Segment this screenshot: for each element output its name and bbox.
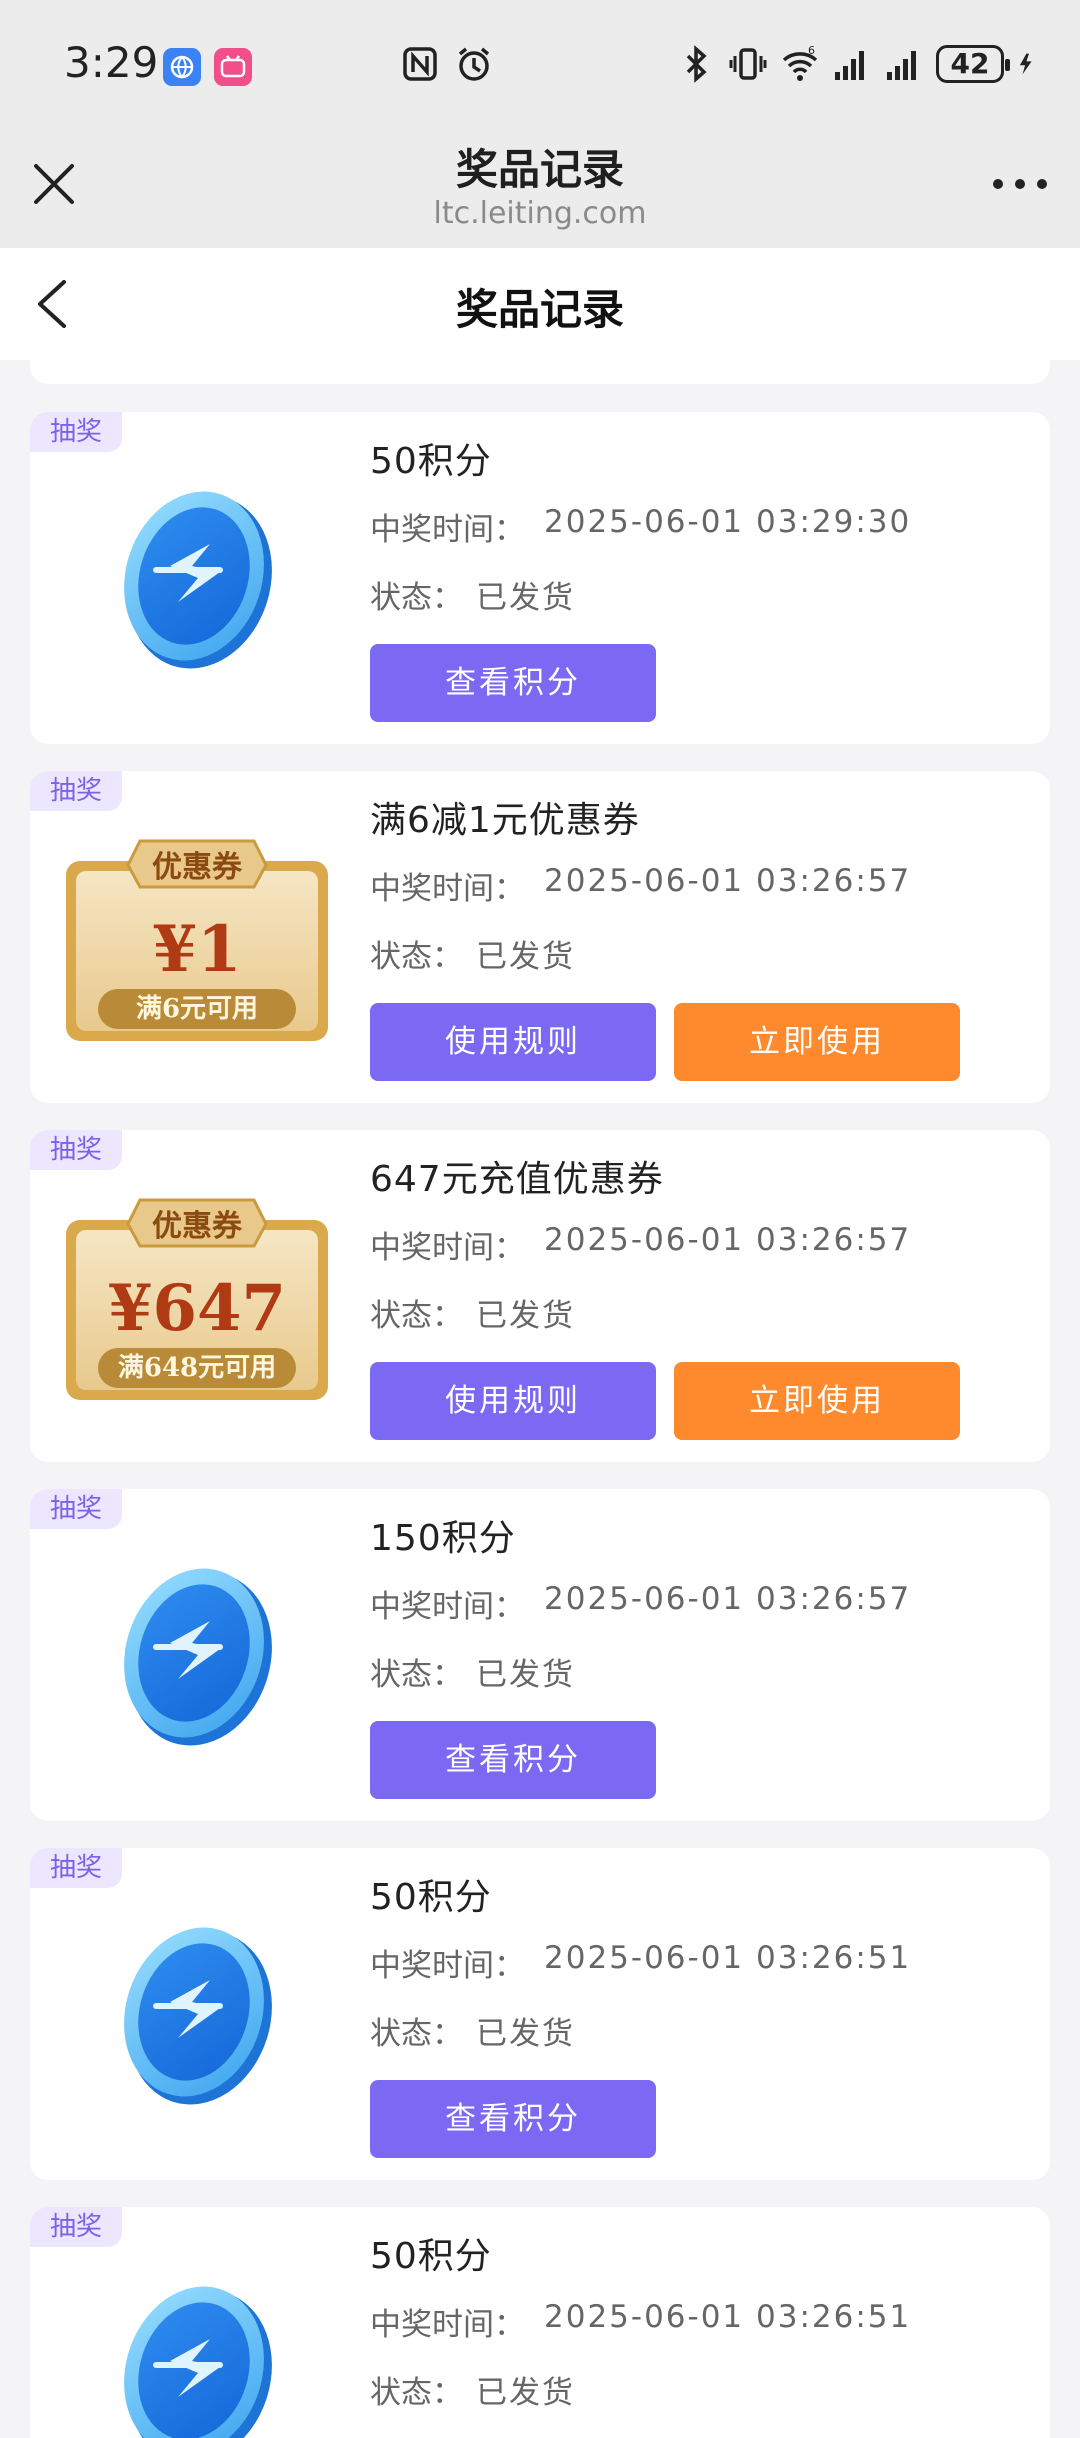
prize-record-card: 抽奖 50积分中奖时间： 2025-06-01 03:29:30 状态： 已发货查看积… (30, 412, 1050, 744)
battery-indicator: 42 (936, 45, 1010, 83)
source-tag: 抽奖 (30, 1489, 122, 1529)
win-time-value: 2025-06-01 03:29:30 (544, 504, 912, 540)
prize-name: 50积分 (370, 441, 492, 482)
status-label: 状态： (370, 939, 463, 975)
use-now-button[interactable]: 立即使用 (674, 1003, 960, 1081)
prize-record-card: 抽奖 优惠券 ¥1 满6元可用 满6减1元优惠券中奖时间： 2025-06-01 … (30, 771, 1050, 1103)
source-tag: 抽奖 (30, 771, 122, 811)
browser-toolbar: 奖品记录 ltc.leiting.com (0, 130, 1080, 248)
prize-record-card: 抽奖 50积分中奖时间： 2025-06-01 03:26:51 状态： 已发货 (30, 2207, 1050, 2438)
win-time-label: 中奖时间： (370, 1948, 525, 1984)
win-time-value: 2025-06-01 03:26:51 (544, 2299, 912, 2335)
page-header: 奖品记录 (0, 248, 1080, 360)
source-tag: 抽奖 (30, 2207, 122, 2247)
svg-text:6: 6 (808, 44, 815, 57)
coupon-icon: 优惠券 ¥1 满6元可用 (66, 839, 328, 1041)
alarm-icon (458, 47, 490, 81)
status-label: 状态： (370, 580, 463, 616)
win-time-label: 中奖时间： (370, 2307, 525, 2343)
win-time-label: 中奖时间： (370, 1230, 525, 1266)
status-label: 状态： (370, 1657, 463, 1693)
bilibili-app-icon (214, 48, 252, 86)
points-coin-icon (124, 2286, 272, 2438)
prize-record-list[interactable]: 抽奖 50积分 中奖时间： 2025-06-01 03:29:30 状态： 已发货 查看积… (0, 360, 1080, 2438)
more-options-icon[interactable] (990, 174, 1050, 194)
win-time-value: 2025-06-01 03:26:57 (544, 1222, 912, 1258)
signal-icon-2 (887, 51, 916, 80)
coupon-condition: 满6元可用 (136, 994, 258, 1024)
status-label: 状态： (370, 2016, 463, 2052)
signal-icon-1 (835, 51, 864, 80)
points-coin-icon (124, 1568, 272, 1746)
prize-name: 50积分 (370, 1877, 492, 1918)
prize-record-card: 抽奖 优惠券 ¥647 满648元可用 647元充值优惠券中奖时间： 2025-0… (30, 1130, 1050, 1462)
status-value: 已发货 (476, 939, 575, 975)
charging-icon (1019, 53, 1032, 75)
view-points-button[interactable]: 查看积分 (370, 644, 656, 722)
status-value: 已发货 (476, 1657, 575, 1693)
coupon-amount: ¥1 (152, 912, 241, 987)
points-coin-icon (124, 491, 272, 669)
status-value: 已发货 (476, 580, 575, 616)
globe-app-icon (163, 48, 201, 86)
status-label: 状态： (370, 1298, 463, 1334)
wifi-icon: 6 (782, 44, 818, 81)
status-label: 状态： (370, 2375, 463, 2411)
source-tag: 抽奖 (30, 412, 122, 452)
win-time-value: 2025-06-01 03:26:51 (544, 1940, 912, 1976)
prize-record-card: 抽奖 150积分中奖时间： 2025-06-01 03:26:57 状态： 已发货查看… (30, 1489, 1050, 1821)
browser-url: ltc.leiting.com (433, 196, 647, 231)
prize-record-card: 抽奖 50积分中奖时间： 2025-06-01 03:26:51 状态： 已发货查看积… (30, 1848, 1050, 2180)
coupon-condition: 满648元可用 (118, 1353, 276, 1383)
prize-name: 满6减1元优惠券 (370, 800, 640, 841)
view-points-button[interactable]: 查看积分 (370, 1721, 656, 1799)
source-tag: 抽奖 (30, 1130, 122, 1170)
coupon-title: 优惠券 (152, 1209, 243, 1244)
status-time: 3:29 (64, 38, 159, 87)
prize-name: 50积分 (370, 2236, 492, 2277)
status-value: 已发货 (476, 2016, 575, 2052)
previous-record-card (30, 360, 1050, 384)
prize-name: 150积分 (370, 1518, 516, 1559)
usage-rules-button[interactable]: 使用规则 (370, 1362, 656, 1440)
view-points-button[interactable]: 查看积分 (370, 2080, 656, 2158)
source-tag: 抽奖 (30, 1848, 122, 1888)
coupon-title: 优惠券 (152, 850, 243, 885)
win-time-value: 2025-06-01 03:26:57 (544, 863, 912, 899)
status-value: 已发货 (476, 1298, 575, 1334)
win-time-label: 中奖时间： (370, 871, 525, 907)
win-time-label: 中奖时间： (370, 512, 525, 548)
use-now-button[interactable]: 立即使用 (674, 1362, 960, 1440)
browser-title: 奖品记录 (455, 145, 624, 194)
win-time-value: 2025-06-01 03:26:57 (544, 1581, 912, 1617)
page-title: 奖品记录 (455, 285, 624, 334)
vibrate-icon (729, 48, 767, 80)
prize-name: 647元充值优惠券 (370, 1159, 664, 1200)
coupon-amount: ¥647 (108, 1271, 286, 1346)
usage-rules-button[interactable]: 使用规则 (370, 1003, 656, 1081)
points-coin-icon (124, 1927, 272, 2105)
bluetooth-icon (686, 45, 707, 83)
nfc-icon (403, 47, 437, 81)
status-bar: 3:29 6 42 (0, 0, 1080, 130)
win-time-label: 中奖时间： (370, 1589, 525, 1625)
coupon-icon: 优惠券 ¥647 满648元可用 (66, 1198, 328, 1400)
status-value: 已发货 (476, 2375, 575, 2411)
